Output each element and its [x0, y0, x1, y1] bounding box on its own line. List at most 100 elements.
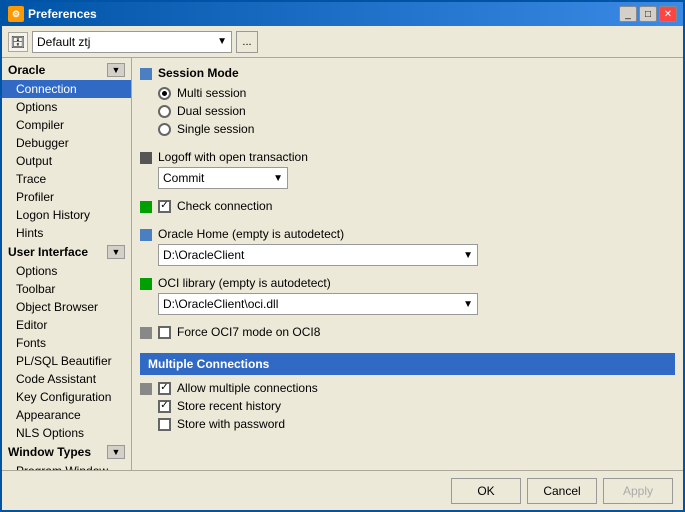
- sidebar-item-code-assistant[interactable]: Code Assistant: [2, 370, 131, 388]
- ok-button[interactable]: OK: [451, 478, 521, 504]
- multi-session-label: Multi session: [177, 86, 246, 100]
- single-session-radio[interactable]: [158, 123, 171, 136]
- allow-multiple-connections-label: Allow multiple connections: [177, 381, 318, 395]
- check-connection-section: Check connection: [140, 199, 675, 217]
- app-icon: ⚙: [8, 6, 24, 22]
- sidebar-group-window-types[interactable]: Window Types ▼: [2, 442, 131, 462]
- sidebar-item-profiler[interactable]: Profiler: [2, 188, 131, 206]
- store-with-password-checkbox[interactable]: [158, 418, 171, 431]
- oci-library-indicator: [140, 278, 152, 290]
- logoff-indicator: [140, 152, 152, 164]
- sidebar-item-debugger[interactable]: Debugger: [2, 134, 131, 152]
- logoff-label: Logoff with open transaction: [158, 150, 675, 164]
- oracle-group-toggle[interactable]: ▼: [107, 63, 125, 77]
- combo-arrow-icon: ▼: [217, 36, 227, 47]
- multi-session-row: Multi session: [158, 86, 675, 100]
- multiple-connections-label: Multiple Connections: [148, 357, 269, 371]
- session-mode-title: Session Mode: [158, 66, 675, 80]
- oci-library-dropdown[interactable]: D:\OracleClient\oci.dll ▼: [158, 293, 478, 315]
- close-button[interactable]: ✕: [659, 6, 677, 22]
- sidebar-item-nls-options[interactable]: NLS Options: [2, 424, 131, 442]
- store-recent-history-label: Store recent history: [177, 399, 281, 413]
- sidebar-item-appearance[interactable]: Appearance: [2, 406, 131, 424]
- sidebar-item-hints[interactable]: Hints: [2, 224, 131, 242]
- sidebar-item-ui-options[interactable]: Options: [2, 262, 131, 280]
- store-recent-history-row: Store recent history: [158, 399, 675, 413]
- sidebar-item-key-configuration[interactable]: Key Configuration: [2, 388, 131, 406]
- check-connection-indicator: [140, 201, 152, 213]
- dual-session-row: Dual session: [158, 104, 675, 118]
- multiple-connections-header: Multiple Connections: [140, 353, 675, 375]
- sidebar-item-plsql-beautifier[interactable]: PL/SQL Beautifier: [2, 352, 131, 370]
- oracle-home-dropdown[interactable]: D:\OracleClient ▼: [158, 244, 478, 266]
- oci-library-value: D:\OracleClient\oci.dll: [163, 297, 278, 311]
- allow-multiple-connections-row: Allow multiple connections: [158, 381, 675, 395]
- allow-multiple-connections-checkbox[interactable]: [158, 382, 171, 395]
- force-oci7-label: Force OCI7 mode on OCI8: [177, 325, 320, 339]
- connection-dropdown[interactable]: Default ztj ▼: [32, 31, 232, 53]
- sidebar-group-ui[interactable]: User Interface ▼: [2, 242, 131, 262]
- oci-library-content: OCI library (empty is autodetect) D:\Ora…: [158, 276, 675, 315]
- title-bar-left: ⚙ Preferences: [8, 6, 97, 22]
- multi-session-radio[interactable]: [158, 87, 171, 100]
- main-panel: Session Mode Multi session Dual session …: [132, 58, 683, 470]
- dual-session-radio[interactable]: [158, 105, 171, 118]
- session-mode-section: Session Mode Multi session Dual session …: [140, 66, 675, 140]
- oracle-home-indicator: [140, 229, 152, 241]
- oracle-home-content: Oracle Home (empty is autodetect) D:\Ora…: [158, 227, 675, 266]
- logoff-dropdown-arrow-icon: ▼: [265, 173, 283, 184]
- sidebar-item-options[interactable]: Options: [2, 98, 131, 116]
- apply-button[interactable]: Apply: [603, 478, 673, 504]
- force-oci7-indicator: [140, 327, 152, 339]
- sidebar-group-oracle[interactable]: Oracle ▼: [2, 60, 131, 80]
- cancel-button[interactable]: Cancel: [527, 478, 597, 504]
- force-oci7-checkbox[interactable]: [158, 326, 171, 339]
- check-connection-content: Check connection: [158, 199, 675, 217]
- logoff-value: Commit: [163, 171, 204, 185]
- oci-library-section: OCI library (empty is autodetect) D:\Ora…: [140, 276, 675, 315]
- sidebar-item-compiler[interactable]: Compiler: [2, 116, 131, 134]
- window-types-group-toggle[interactable]: ▼: [107, 445, 125, 459]
- oracle-home-dropdown-arrow-icon: ▼: [463, 250, 473, 261]
- sidebar-item-output[interactable]: Output: [2, 152, 131, 170]
- logoff-dropdown[interactable]: Commit ▼: [158, 167, 288, 189]
- single-session-row: Single session: [158, 122, 675, 136]
- content-area: Oracle ▼ Connection Options Compiler Deb…: [2, 58, 683, 470]
- sidebar-group-window-types-label: Window Types: [8, 445, 91, 459]
- force-oci7-row: Force OCI7 mode on OCI8: [158, 325, 675, 339]
- sidebar: Oracle ▼ Connection Options Compiler Deb…: [2, 58, 132, 470]
- oci-library-label: OCI library (empty is autodetect): [158, 276, 675, 290]
- store-with-password-label: Store with password: [177, 417, 285, 431]
- sidebar-item-fonts[interactable]: Fonts: [2, 334, 131, 352]
- sidebar-item-object-browser[interactable]: Object Browser: [2, 298, 131, 316]
- sidebar-item-connection[interactable]: Connection: [2, 80, 131, 98]
- footer: OK Cancel Apply: [2, 470, 683, 510]
- oracle-home-label: Oracle Home (empty is autodetect): [158, 227, 675, 241]
- multiple-connections-section: Allow multiple connections Store recent …: [140, 381, 675, 435]
- force-oci7-content: Force OCI7 mode on OCI8: [158, 325, 675, 343]
- multiple-connections-content: Allow multiple connections Store recent …: [158, 381, 675, 435]
- store-recent-history-checkbox[interactable]: [158, 400, 171, 413]
- single-session-label: Single session: [177, 122, 254, 136]
- sidebar-item-trace[interactable]: Trace: [2, 170, 131, 188]
- sidebar-item-toolbar[interactable]: Toolbar: [2, 280, 131, 298]
- more-options-button[interactable]: ...: [236, 31, 258, 53]
- preferences-window: ⚙ Preferences _ □ ✕ 🗄 Default ztj ▼ ... …: [0, 0, 685, 512]
- sidebar-item-editor[interactable]: Editor: [2, 316, 131, 334]
- check-connection-checkbox[interactable]: [158, 200, 171, 213]
- title-bar: ⚙ Preferences _ □ ✕: [2, 2, 683, 26]
- minimize-button[interactable]: _: [619, 6, 637, 22]
- maximize-button[interactable]: □: [639, 6, 657, 22]
- session-mode-content: Session Mode Multi session Dual session …: [158, 66, 675, 140]
- oci-library-dropdown-arrow-icon: ▼: [463, 299, 473, 310]
- window-title: Preferences: [28, 7, 97, 21]
- logoff-content: Logoff with open transaction Commit ▼: [158, 150, 675, 189]
- oracle-home-section: Oracle Home (empty is autodetect) D:\Ora…: [140, 227, 675, 266]
- sidebar-item-logon-history[interactable]: Logon History: [2, 206, 131, 224]
- sidebar-item-program-window[interactable]: Program Window: [2, 462, 131, 470]
- ui-group-toggle[interactable]: ▼: [107, 245, 125, 259]
- sidebar-group-ui-label: User Interface: [8, 245, 88, 259]
- store-with-password-row: Store with password: [158, 417, 675, 431]
- session-mode-indicator: [140, 68, 152, 80]
- multiple-connections-indicator: [140, 383, 152, 395]
